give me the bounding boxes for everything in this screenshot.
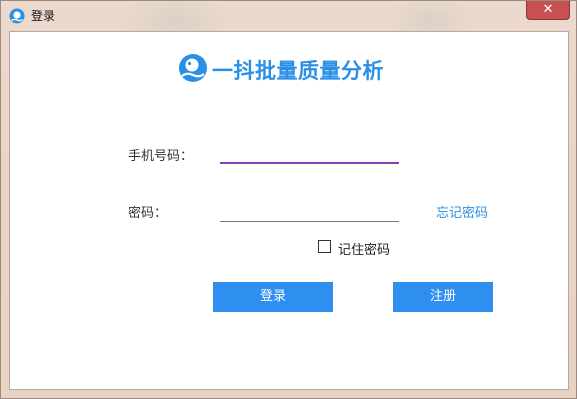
brand-name: 一抖批量质量分析 [212, 59, 384, 83]
remember-label[interactable]: 记住密码 [338, 239, 390, 258]
phone-input[interactable] [220, 140, 399, 164]
password-label: 密码： [128, 206, 168, 221]
login-panel: 一抖批量质量分析 手机号码： 密码： 忘记密码 记住密码 登录 注册 [9, 31, 569, 390]
register-button[interactable]: 注册 [393, 282, 493, 312]
title-bar[interactable]: 登录 ✕ [1, 1, 576, 31]
brand-logo-icon [179, 54, 207, 82]
app-icon [9, 8, 25, 24]
phone-label: 手机号码： [128, 149, 194, 164]
password-input[interactable] [220, 198, 399, 222]
close-icon: ✕ [542, 2, 554, 17]
login-button[interactable]: 登录 [213, 282, 333, 312]
window-title: 登录 [31, 9, 56, 23]
remember-checkbox[interactable] [318, 240, 331, 253]
close-button[interactable]: ✕ [526, 1, 570, 20]
login-window: 登录 ✕ 一抖批量质量分析 手机号码： 密码： 忘记密码 记住密码 登录 注册 [0, 0, 577, 399]
forgot-password-link[interactable]: 忘记密码 [436, 202, 488, 221]
